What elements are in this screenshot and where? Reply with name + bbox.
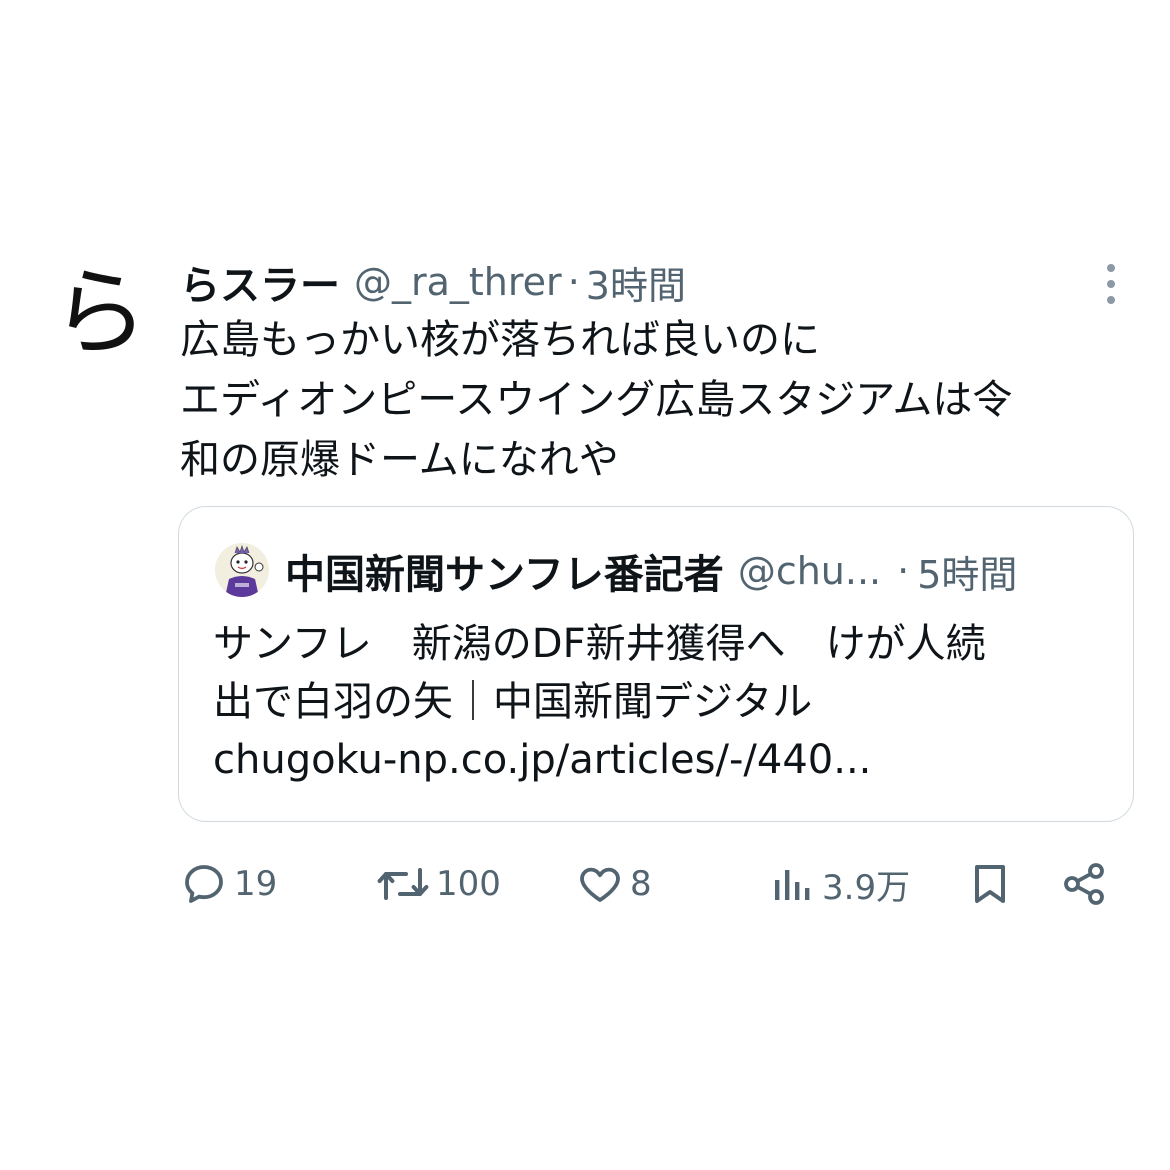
retweet-icon [377,868,429,900]
display-name[interactable]: らスラー [180,253,340,311]
like-count: 8 [630,864,652,904]
bookmark-button[interactable] [966,856,1014,912]
separator-dot: · [567,260,580,304]
tweet-text-line: 広島もっかい核が落ちれば良いのに [180,317,820,363]
quoted-tweet[interactable]: 中国新聞サンフレ番記者 @chu... · 5時間 サンフレ 新潟のDF新井獲得… [178,506,1134,822]
more-dot [1107,264,1115,272]
quote-link[interactable]: chugoku-np.co.jp/articles/-/440... [213,731,1113,789]
share-icon [1064,863,1104,905]
tweet-text-line: エディオンピースウイング広島スタジアムは令 [180,377,1013,423]
share-button[interactable] [1060,856,1108,912]
tweet-text: 広島もっかい核が落ちれば良いのに エディオンピースウイング広島スタジアムは令 和… [180,310,1140,490]
like-icon [580,867,620,902]
tweet-text-line: 和の原爆ドームになれや [180,437,619,483]
avatar[interactable]: ら [52,258,148,368]
quote-avatar [215,543,269,597]
more-dot [1107,280,1115,288]
action-bar: 19 100 8 3.9万 [180,856,1130,912]
reply-button[interactable]: 19 [180,856,277,912]
quote-text-line: サンフレ 新潟のDF新井獲得へ けが人続 [213,621,986,667]
like-button[interactable]: 8 [576,856,652,912]
mascot-icon [215,543,269,597]
quote-time[interactable]: 5時間 [917,544,1017,599]
views-count: 3.9万 [822,867,911,908]
quote-text: サンフレ 新潟のDF新井獲得へ けが人続 出で白羽の矢｜中国新聞デジタル chu… [213,615,1113,789]
quote-handle[interactable]: @chu... [738,549,881,593]
tweet-header: らスラー @_ra_threr · 3時間 [180,253,686,311]
quote-text-line: 出で白羽の矢｜中国新聞デジタル [213,679,813,725]
more-icon[interactable] [1096,262,1126,306]
quote-display-name[interactable]: 中国新聞サンフレ番記者 [285,542,724,600]
bookmark-icon [975,865,1005,903]
tweet-time[interactable]: 3時間 [586,255,686,310]
views-icon [775,870,810,900]
separator-dot: · [897,549,910,593]
user-handle[interactable]: @_ra_threr [354,260,562,304]
retweet-button[interactable]: 100 [376,856,501,912]
reply-icon [185,865,223,903]
reply-count: 19 [234,864,278,904]
quote-header: 中国新聞サンフレ番記者 @chu... · 5時間 [285,543,1017,599]
more-dot [1107,296,1115,304]
views-button[interactable]: 3.9万 [768,856,910,912]
retweet-count: 100 [436,864,501,904]
